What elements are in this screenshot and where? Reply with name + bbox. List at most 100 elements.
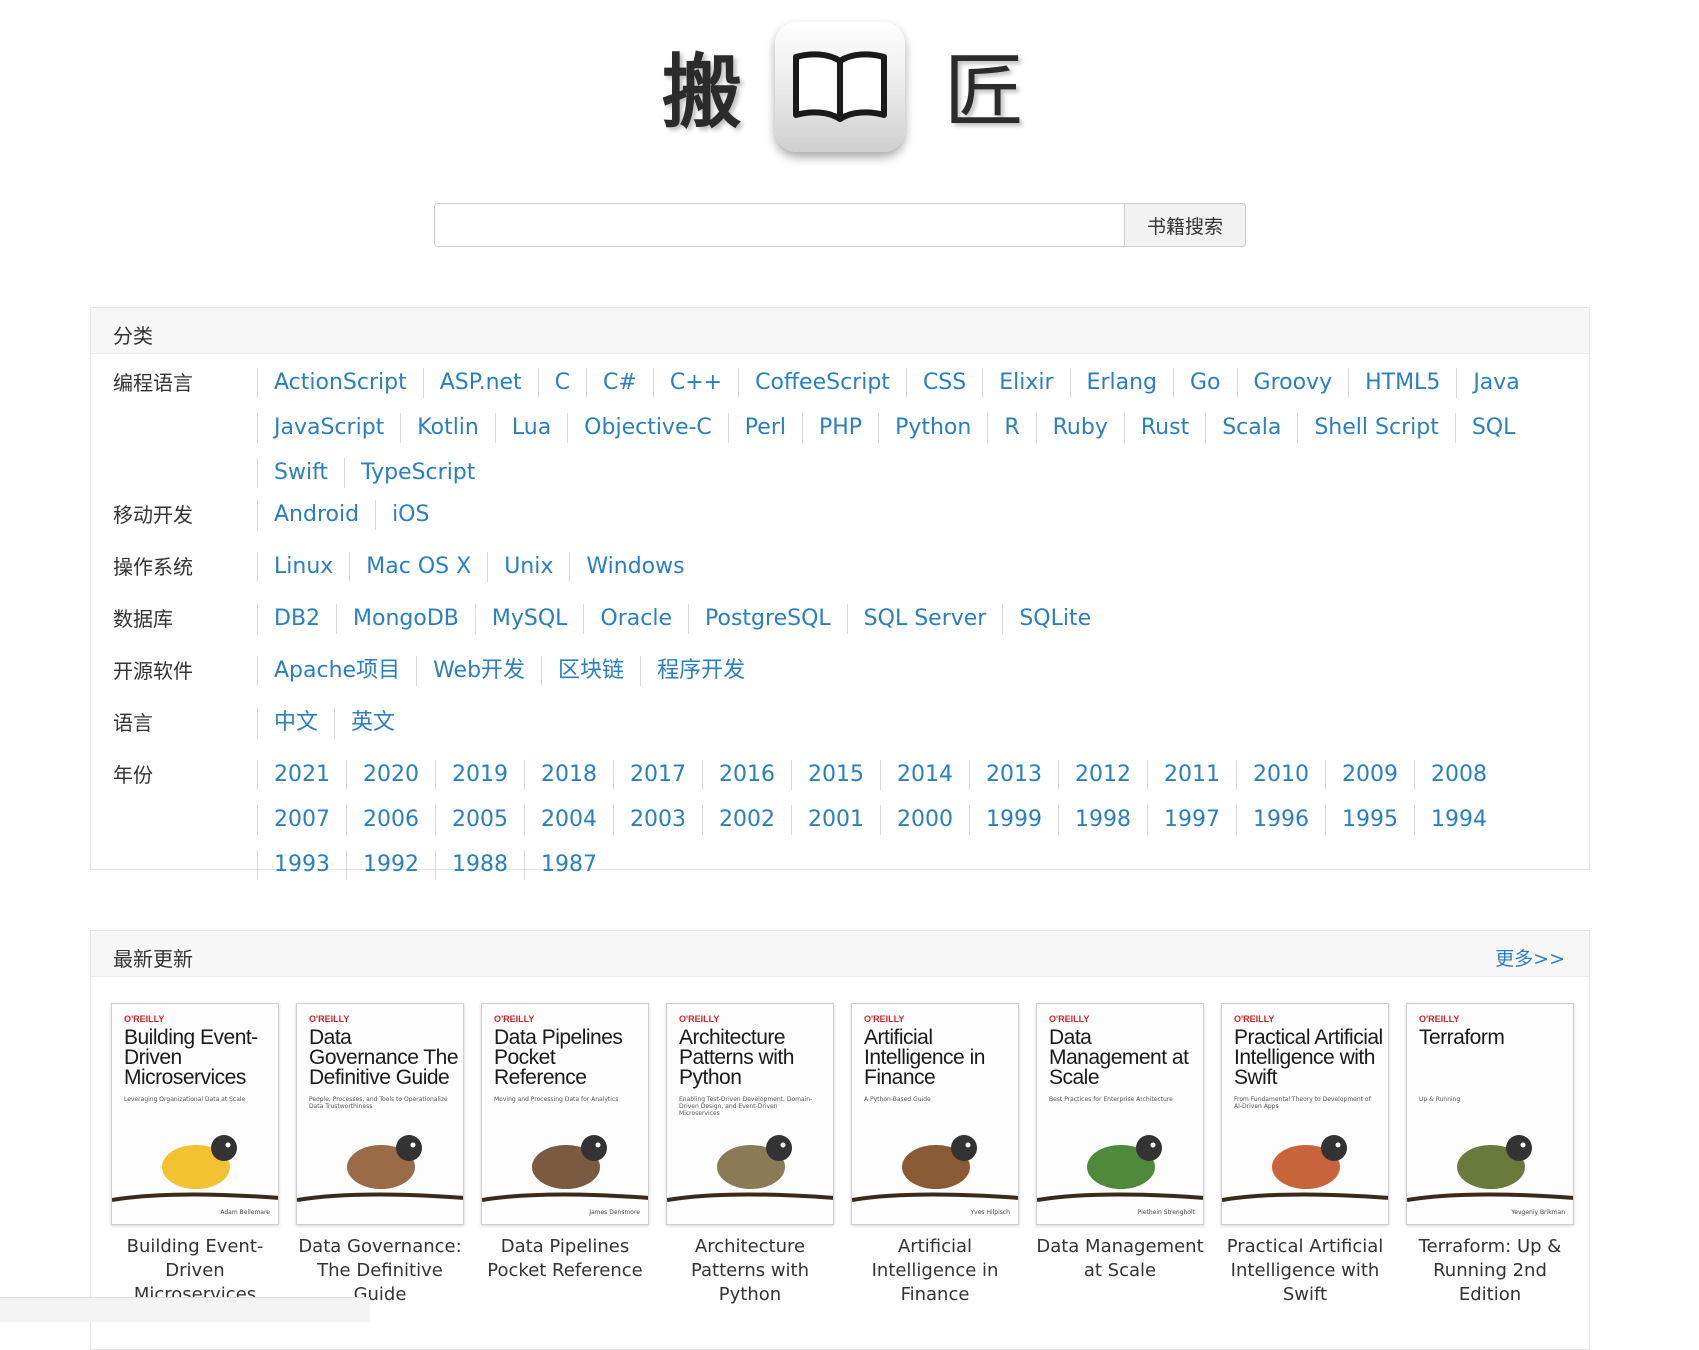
- book-card[interactable]: O'REILLY Data Pipelines Pocket Reference M…: [481, 1003, 649, 1307]
- category-link[interactable]: 1998: [1058, 805, 1147, 835]
- category-link[interactable]: 2003: [613, 805, 702, 835]
- book-cover[interactable]: O'REILLY Building Event-Driven Microservi…: [111, 1003, 279, 1225]
- category-link[interactable]: CoffeeScript: [738, 368, 906, 398]
- book-cover[interactable]: O'REILLY Data Governance The Definitive G…: [296, 1003, 464, 1225]
- category-link[interactable]: 2000: [880, 805, 969, 835]
- book-title-link[interactable]: Data Management at Scale: [1036, 1235, 1204, 1283]
- book-cover[interactable]: O'REILLY Architecture Patterns with Pytho…: [666, 1003, 834, 1225]
- category-link[interactable]: Unix: [487, 552, 569, 582]
- category-link[interactable]: SQL: [1454, 413, 1532, 443]
- category-link[interactable]: PostgreSQL: [688, 604, 847, 634]
- book-card[interactable]: O'REILLY Artificial Intelligence in Finan…: [851, 1003, 1019, 1307]
- book-card[interactable]: O'REILLY Data Governance The Definitive G…: [296, 1003, 464, 1307]
- category-link[interactable]: Elixir: [982, 368, 1069, 398]
- category-link[interactable]: 1987: [524, 850, 613, 880]
- book-card[interactable]: O'REILLY Data Management at Scale Best Pra…: [1036, 1003, 1204, 1307]
- category-link[interactable]: CSS: [905, 368, 982, 398]
- book-title-link[interactable]: Data Pipelines Pocket Reference: [481, 1235, 649, 1283]
- book-card[interactable]: O'REILLY Practical Artificial Intelligenc…: [1221, 1003, 1389, 1307]
- book-title-link[interactable]: Artificial Intelligence in Finance: [851, 1235, 1019, 1307]
- book-cover[interactable]: O'REILLY Practical Artificial Intelligenc…: [1221, 1003, 1389, 1225]
- category-link[interactable]: JavaScript: [257, 413, 400, 443]
- category-link[interactable]: 2004: [524, 805, 613, 835]
- category-link[interactable]: Objective-C: [567, 413, 728, 443]
- book-title-link[interactable]: Architecture Patterns with Python: [666, 1235, 834, 1307]
- category-link[interactable]: 2014: [880, 760, 969, 790]
- category-link[interactable]: 1997: [1147, 805, 1236, 835]
- book-cover[interactable]: O'REILLY Terraform Up & Running Yevgeniy Br…: [1406, 1003, 1574, 1225]
- category-link[interactable]: 2001: [791, 805, 880, 835]
- book-cover[interactable]: O'REILLY Data Pipelines Pocket Reference M…: [481, 1003, 649, 1225]
- category-link[interactable]: 2021: [257, 760, 346, 790]
- category-link[interactable]: 1994: [1414, 805, 1503, 835]
- category-link[interactable]: 2013: [969, 760, 1058, 790]
- category-link[interactable]: Go: [1173, 368, 1237, 398]
- category-link[interactable]: Erlang: [1069, 368, 1173, 398]
- category-link[interactable]: Python: [878, 413, 987, 443]
- category-link[interactable]: Ruby: [1035, 413, 1124, 443]
- category-link[interactable]: R: [987, 413, 1035, 443]
- category-link[interactable]: 2017: [613, 760, 702, 790]
- category-link[interactable]: iOS: [375, 500, 445, 530]
- category-link[interactable]: ASP.net: [422, 368, 538, 398]
- category-link[interactable]: Mac OS X: [349, 552, 487, 582]
- category-link[interactable]: 2008: [1414, 760, 1503, 790]
- category-link[interactable]: MongoDB: [336, 604, 475, 634]
- category-link[interactable]: 2019: [435, 760, 524, 790]
- category-link[interactable]: 程序开发: [640, 656, 761, 686]
- category-link[interactable]: 1995: [1325, 805, 1414, 835]
- category-link[interactable]: Lua: [494, 413, 567, 443]
- category-link[interactable]: 2010: [1236, 760, 1325, 790]
- category-link[interactable]: 2020: [346, 760, 435, 790]
- category-link[interactable]: 2007: [257, 805, 346, 835]
- category-link[interactable]: Rust: [1123, 413, 1205, 443]
- book-cover[interactable]: O'REILLY Data Management at Scale Best Pra…: [1036, 1003, 1204, 1225]
- category-link[interactable]: MySQL: [474, 604, 584, 634]
- book-card[interactable]: O'REILLY Building Event-Driven Microservi…: [111, 1003, 279, 1307]
- category-link[interactable]: Perl: [727, 413, 802, 443]
- category-link[interactable]: 中文: [257, 708, 334, 738]
- category-link[interactable]: Windows: [569, 552, 700, 582]
- category-link[interactable]: 1996: [1236, 805, 1325, 835]
- category-link[interactable]: Swift: [257, 458, 344, 488]
- category-link[interactable]: Scala: [1205, 413, 1297, 443]
- category-link[interactable]: Android: [257, 500, 375, 530]
- category-link[interactable]: 1999: [969, 805, 1058, 835]
- category-link[interactable]: Java: [1456, 368, 1535, 398]
- category-link[interactable]: C#: [586, 368, 653, 398]
- category-link[interactable]: 2018: [524, 760, 613, 790]
- category-link[interactable]: ActionScript: [257, 368, 423, 398]
- category-link[interactable]: TypeScript: [344, 458, 491, 488]
- category-link[interactable]: 2015: [791, 760, 880, 790]
- book-title-link[interactable]: Practical Artificial Intelligence with S…: [1221, 1235, 1389, 1307]
- search-input[interactable]: [434, 203, 1124, 247]
- category-link[interactable]: HTML5: [1348, 368, 1456, 398]
- category-link[interactable]: SQL Server: [846, 604, 1003, 634]
- category-link[interactable]: 1988: [435, 850, 524, 880]
- category-link[interactable]: 2009: [1325, 760, 1414, 790]
- category-link[interactable]: 2006: [346, 805, 435, 835]
- book-title-link[interactable]: Terraform: Up & Running 2nd Edition: [1406, 1235, 1574, 1307]
- category-link[interactable]: Apache项目: [257, 656, 416, 686]
- category-link[interactable]: Oracle: [583, 604, 688, 634]
- category-link[interactable]: 2016: [702, 760, 791, 790]
- category-link[interactable]: 2005: [435, 805, 524, 835]
- category-link[interactable]: Linux: [257, 552, 349, 582]
- book-cover[interactable]: O'REILLY Artificial Intelligence in Finan…: [851, 1003, 1019, 1225]
- category-link[interactable]: Shell Script: [1297, 413, 1454, 443]
- category-link[interactable]: PHP: [801, 413, 878, 443]
- category-link[interactable]: 区块链: [541, 656, 640, 686]
- category-link[interactable]: 2012: [1058, 760, 1147, 790]
- category-link[interactable]: 2002: [702, 805, 791, 835]
- category-link[interactable]: 英文: [334, 708, 411, 738]
- category-link[interactable]: Kotlin: [400, 413, 495, 443]
- category-link[interactable]: 1993: [257, 850, 346, 880]
- category-link[interactable]: C++: [652, 368, 738, 398]
- book-card[interactable]: O'REILLY Architecture Patterns with Pytho…: [666, 1003, 834, 1307]
- more-link[interactable]: 更多>>: [1495, 944, 1565, 971]
- category-link[interactable]: 2011: [1147, 760, 1236, 790]
- category-link[interactable]: SQLite: [1002, 604, 1107, 634]
- category-link[interactable]: Groovy: [1236, 368, 1349, 398]
- category-link[interactable]: Web开发: [416, 656, 541, 686]
- category-link[interactable]: 1992: [346, 850, 435, 880]
